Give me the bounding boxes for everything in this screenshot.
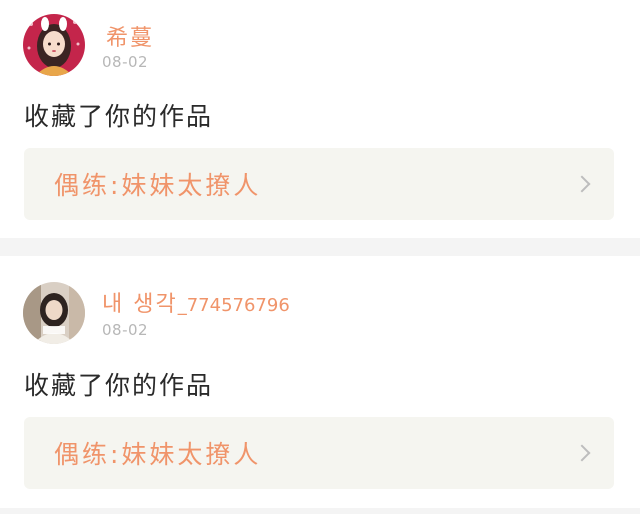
activity-text: 收藏了你的作品: [24, 102, 214, 131]
username[interactable]: 내 생각_774576796: [102, 286, 290, 318]
girl-photo-avatar-icon: [23, 282, 85, 344]
work-title: 偶练:妹妹太撩人: [54, 171, 262, 200]
activity-text: 收藏了你的作品: [24, 371, 214, 400]
chevron-right-icon: [573, 444, 591, 462]
work-title: 偶练:妹妹太撩人: [54, 440, 262, 469]
user-avatar[interactable]: [23, 14, 85, 76]
notification-card: 希蔓 08-02 收藏了你的作品 偶练:妹妹太撩人: [0, 0, 640, 238]
username-text: 내 생각: [102, 292, 178, 317]
work-link[interactable]: 偶练:妹妹太撩人: [24, 417, 614, 489]
user-avatar[interactable]: [23, 282, 85, 344]
timestamp: 08-02: [102, 321, 149, 339]
notification-card: 내 생각_774576796 08-02 收藏了你的作品 偶练:妹妹太撩人: [0, 256, 640, 508]
username-suffix: _774576796: [177, 295, 290, 316]
girl-portrait-avatar-icon: [23, 14, 85, 76]
work-link[interactable]: 偶练:妹妹太撩人: [24, 148, 614, 220]
timestamp: 08-02: [102, 53, 149, 71]
username[interactable]: 希蔓: [106, 20, 154, 52]
username-text: 希蔓: [106, 26, 155, 51]
chevron-right-icon: [573, 175, 591, 193]
